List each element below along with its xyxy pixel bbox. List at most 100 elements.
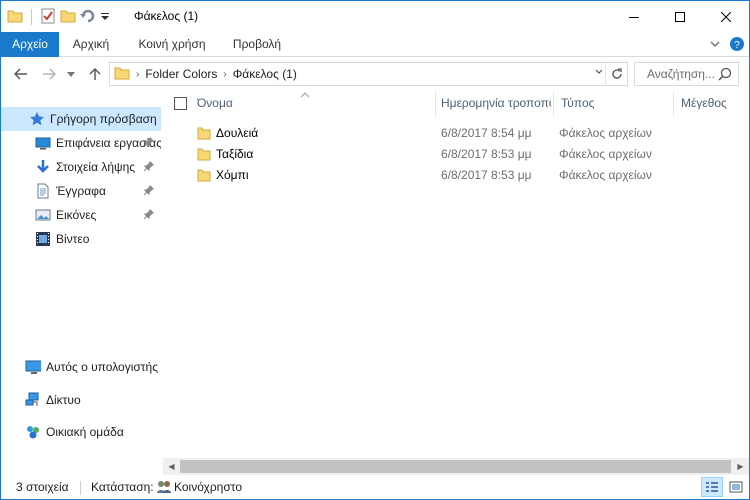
star-icon (29, 111, 45, 127)
file-date: 6/8/2017 8:53 μμ (441, 147, 532, 161)
title-bar: Φάκελος (1) (1, 1, 749, 32)
column-divider[interactable] (673, 92, 674, 116)
pin-icon[interactable] (143, 184, 155, 199)
nav-item-label: Αυτός ο υπολογιστής (46, 360, 158, 374)
address-dropdown-icon[interactable] (595, 68, 603, 78)
window-controls (611, 1, 749, 32)
breadcrumb-folder-colors[interactable]: Folder Colors (145, 67, 217, 81)
large-icons-view-button[interactable] (725, 477, 747, 497)
scrollbar-thumb[interactable] (180, 460, 731, 473)
status-bar: 3 στοιχεία Κατάσταση: Κοινόχρηστο (1, 475, 749, 499)
minimize-button[interactable] (611, 1, 657, 32)
search-box[interactable]: Αναζήτηση... (634, 62, 739, 86)
folder-icon (7, 8, 23, 27)
tab-home[interactable]: Αρχική (59, 32, 123, 57)
quick-access-toolbar (7, 7, 110, 27)
breadcrumb-chevron-icon[interactable]: › (223, 69, 226, 80)
column-header-size[interactable]: Μέγεθος (681, 90, 749, 117)
nav-item-this-pc[interactable]: Αυτός ο υπολογιστής (1, 355, 161, 379)
customize-toolbar-icon[interactable] (100, 8, 110, 27)
file-type: Φάκελος αρχείων (559, 126, 652, 140)
video-icon (35, 231, 51, 247)
nav-item-label: Έγγραφα (56, 184, 106, 198)
up-button[interactable] (85, 64, 105, 84)
pin-icon[interactable] (143, 160, 155, 175)
forward-button[interactable] (39, 64, 59, 84)
shared-users-icon (156, 479, 172, 498)
nav-item-documents[interactable]: Έγγραφα (1, 179, 161, 203)
column-header-type[interactable]: Τύπος (561, 90, 671, 117)
nav-item-label: Εικόνες (56, 208, 97, 222)
folder-icon (197, 168, 211, 185)
scroll-right-icon[interactable]: ▶ (732, 458, 749, 475)
item-count: 3 στοιχεία (16, 480, 69, 494)
breadcrumb-current-folder[interactable]: Φάκελος (1) (233, 67, 297, 81)
file-row[interactable]: Χόμπι 6/8/2017 8:53 μμ Φάκελος αρχείων (163, 165, 749, 185)
undo-icon[interactable] (80, 8, 96, 27)
help-icon[interactable]: ? (729, 36, 745, 55)
pictures-icon (35, 207, 51, 223)
new-folder-icon[interactable] (60, 8, 76, 27)
file-list: Όνομα Ημερομηνία τροποποίησης Τύπος Μέγε… (163, 90, 749, 458)
column-header-name[interactable]: Όνομα (197, 90, 433, 117)
nav-item-videos[interactable]: Βίντεο (1, 227, 161, 251)
search-input[interactable]: Αναζήτηση... (647, 67, 715, 81)
navigation-pane: Γρήγορη πρόσβαση Επιφάνεια εργασίας Στοι… (1, 97, 161, 472)
explorer-window: Φάκελος (1) Αρχείο Αρχική Κοινή χρήση Πρ… (0, 0, 750, 500)
svg-text:?: ? (734, 40, 740, 51)
folder-icon (197, 147, 211, 164)
nav-item-label: Γρήγορη πρόσβαση (50, 112, 157, 126)
file-date: 6/8/2017 8:54 μμ (441, 126, 532, 140)
column-divider[interactable] (553, 92, 554, 116)
nav-item-downloads[interactable]: Στοιχεία λήψης (1, 155, 161, 179)
tab-view[interactable]: Προβολή (223, 32, 291, 57)
file-date: 6/8/2017 8:53 μμ (441, 168, 532, 182)
details-view-button[interactable] (701, 477, 723, 497)
folder-icon (197, 126, 211, 143)
nav-item-label: Στοιχεία λήψης (56, 160, 136, 174)
file-name: Δουλειά (216, 126, 259, 140)
close-button[interactable] (703, 1, 749, 32)
computer-icon (25, 359, 41, 375)
ribbon-right-tools: ? (709, 36, 745, 55)
nav-item-desktop[interactable]: Επιφάνεια εργασίας (1, 131, 161, 155)
search-icon[interactable] (718, 67, 732, 84)
file-row[interactable]: Ταξίδια 6/8/2017 8:53 μμ Φάκελος αρχείων (163, 144, 749, 164)
address-bar[interactable]: › Folder Colors › Φάκελος (1) (109, 62, 628, 86)
select-all-checkbox[interactable] (174, 97, 187, 110)
pin-icon[interactable] (143, 208, 155, 223)
navigation-bar: › Folder Colors › Φάκελος (1) Αναζήτηση.… (1, 58, 749, 90)
horizontal-scrollbar[interactable]: ◀ ▶ (163, 458, 749, 475)
nav-item-pictures[interactable]: Εικόνες (1, 203, 161, 227)
column-divider[interactable] (435, 92, 436, 116)
nav-item-label: Δίκτυο (46, 393, 81, 407)
scroll-left-icon[interactable]: ◀ (163, 458, 180, 475)
column-header-date[interactable]: Ημερομηνία τροποποίησης (441, 90, 551, 117)
back-button[interactable] (11, 64, 31, 84)
expand-ribbon-icon[interactable] (709, 38, 721, 53)
file-type: Φάκελος αρχείων (559, 168, 652, 182)
network-icon (25, 392, 41, 408)
status-state-label: Κατάσταση: (91, 480, 154, 494)
homegroup-icon (25, 424, 41, 440)
properties-icon[interactable] (40, 8, 56, 27)
download-arrow-icon (35, 159, 51, 175)
tab-file[interactable]: Αρχείο (1, 32, 59, 57)
breadcrumb-chevron-icon[interactable]: › (136, 69, 139, 80)
pin-icon[interactable] (143, 136, 155, 151)
file-row[interactable]: Δουλειά 6/8/2017 8:54 μμ Φάκελος αρχείων (163, 123, 749, 143)
nav-item-network[interactable]: Δίκτυο (1, 388, 161, 412)
file-name: Χόμπι (216, 168, 249, 182)
nav-item-quick-access[interactable]: Γρήγορη πρόσβαση (1, 107, 161, 131)
recent-locations-button[interactable] (61, 64, 81, 84)
nav-item-label: Οικιακή ομάδα (46, 425, 124, 439)
status-state-value: Κοινόχρηστο (174, 480, 242, 494)
status-separator (80, 481, 81, 495)
refresh-button[interactable] (605, 63, 627, 85)
file-type: Φάκελος αρχείων (559, 147, 652, 161)
nav-item-label: Βίντεο (56, 232, 90, 246)
nav-item-homegroup[interactable]: Οικιακή ομάδα (1, 420, 161, 444)
tab-share[interactable]: Κοινή χρήση (127, 32, 217, 57)
file-name: Ταξίδια (216, 147, 254, 161)
maximize-button[interactable] (657, 1, 703, 32)
